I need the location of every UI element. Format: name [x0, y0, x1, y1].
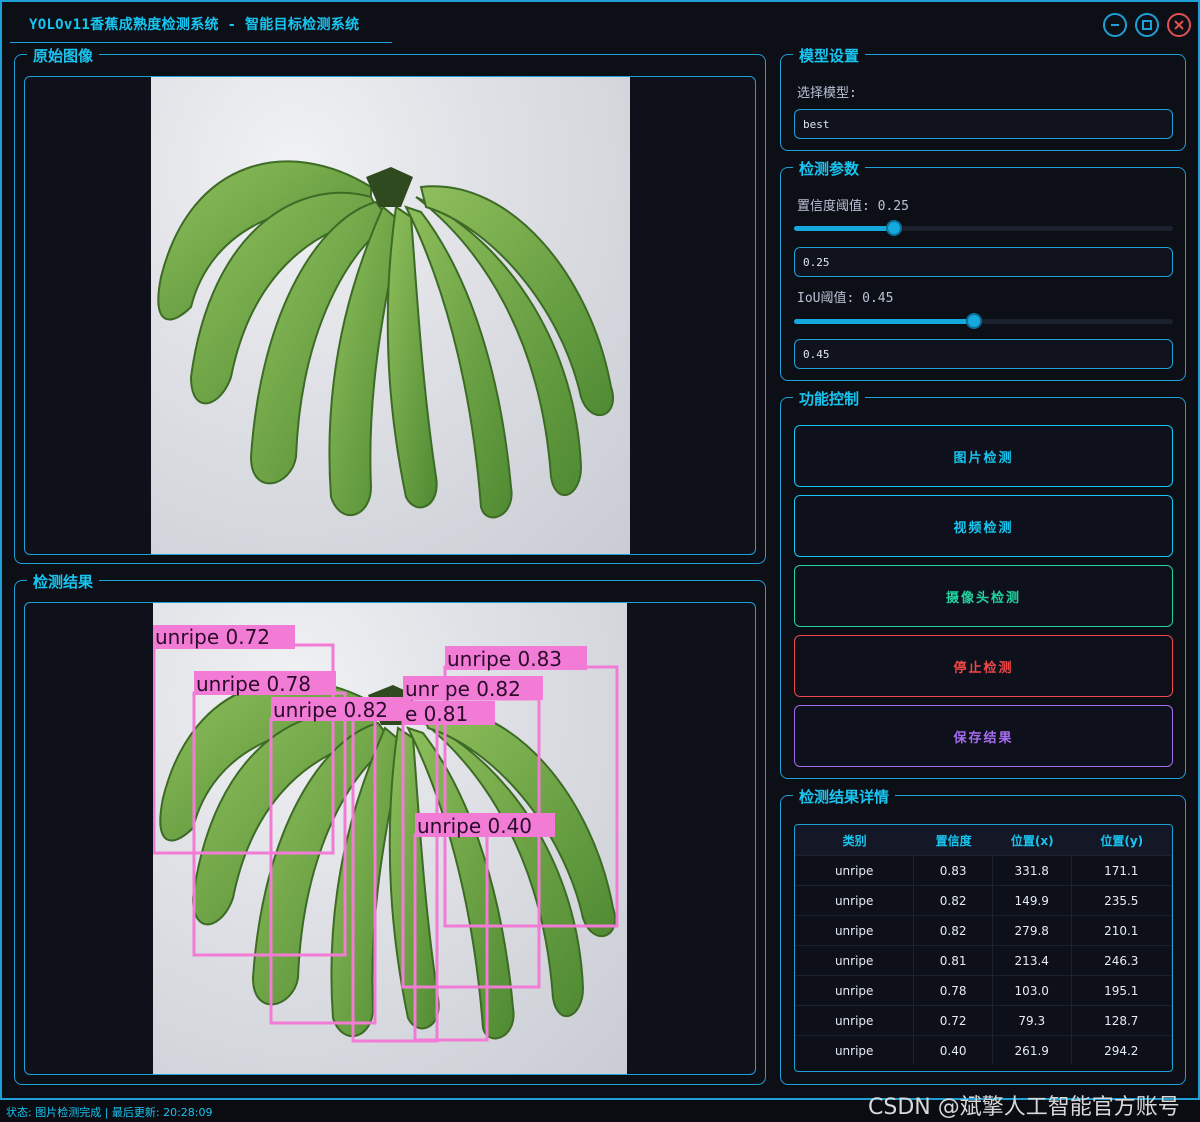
minimize-button[interactable]: [1103, 13, 1127, 37]
annotated-banana-image: unripe 0.72 unripe 0.78 unripe 0.82 e 0.…: [153, 625, 619, 1043]
detection-label: unripe 0.83: [447, 647, 562, 671]
maximize-icon: [1142, 20, 1152, 30]
detection-label: unripe 0.78: [196, 672, 311, 696]
cell-x: 103.0: [993, 976, 1072, 1005]
stop-detect-button[interactable]: 停止检测: [794, 635, 1173, 697]
cell-y: 171.1: [1072, 856, 1172, 885]
cell-confidence: 0.81: [914, 946, 993, 975]
cell-y: 246.3: [1072, 946, 1172, 975]
model-select-label: 选择模型:: [797, 86, 857, 101]
table-row[interactable]: unripe 0.83 331.8 171.1: [795, 855, 1172, 885]
cell-class: unripe: [795, 1006, 915, 1035]
cell-class: unripe: [795, 856, 915, 885]
cell-x: 261.9: [993, 1036, 1072, 1065]
watermark: CSDN @斌擎人工智能官方账号: [868, 1095, 1180, 1120]
cell-x: 331.8: [993, 856, 1072, 885]
detection-result-title: 检测结果: [27, 571, 100, 592]
table-row[interactable]: unripe 0.78 103.0 195.1: [795, 975, 1172, 1005]
close-icon: [1174, 20, 1184, 30]
cell-x: 79.3: [993, 1006, 1072, 1035]
maximize-button[interactable]: [1135, 13, 1159, 37]
video-detect-button[interactable]: 视频检测: [794, 495, 1173, 557]
original-image-frame: [24, 76, 756, 555]
original-banana-photo: [151, 77, 630, 554]
image-detect-button[interactable]: 图片检测: [794, 425, 1173, 487]
detection-label: unripe 0.82: [273, 698, 388, 722]
iou-threshold-label: IoU阈值: 0.45: [797, 291, 894, 306]
cell-y: 210.1: [1072, 916, 1172, 945]
cell-y: 235.5: [1072, 886, 1172, 915]
results-table: 类别 置信度 位置(x) 位置(y) unripe 0.83 331.8 171.1 u…: [794, 824, 1173, 1072]
table-row[interactable]: unripe 0.72 79.3 128.7: [795, 1005, 1172, 1035]
cell-confidence: 0.82: [914, 916, 993, 945]
results-detail-title: 检测结果详情: [793, 786, 896, 807]
cell-class: unripe: [795, 1036, 915, 1065]
cell-confidence: 0.72: [914, 1006, 993, 1035]
cell-y: 294.2: [1072, 1036, 1172, 1065]
detection-label: unripe 0.40: [417, 814, 532, 838]
detection-label: unr pe 0.82: [405, 677, 521, 701]
column-header-class[interactable]: 类别: [795, 825, 914, 855]
iou-slider-fill: [794, 319, 974, 324]
window-title: YOLOv11香蕉成熟度检测系统 - 智能目标检测系统: [29, 17, 360, 33]
iou-slider[interactable]: [794, 313, 1173, 329]
cell-confidence: 0.40: [914, 1036, 993, 1065]
cell-confidence: 0.78: [914, 976, 993, 1005]
conf-threshold-input[interactable]: 0.25: [794, 247, 1173, 277]
detection-label: unripe 0.72: [155, 625, 270, 649]
status-text: 状态: 图片检测完成 | 最后更新: 20:28:09: [6, 1106, 213, 1119]
cell-x: 149.9: [993, 886, 1072, 915]
table-header: 类别 置信度 位置(x) 位置(y): [795, 825, 1172, 855]
cell-y: 195.1: [1072, 976, 1172, 1005]
result-image-frame: unripe 0.72 unripe 0.78 unripe 0.82 e 0.…: [24, 602, 756, 1075]
close-button[interactable]: [1167, 13, 1191, 37]
title-underline: [10, 42, 392, 43]
cell-confidence: 0.82: [914, 886, 993, 915]
table-row[interactable]: unripe 0.82 279.8 210.1: [795, 915, 1172, 945]
result-banana-photo: unripe 0.72 unripe 0.78 unripe 0.82 e 0.…: [153, 603, 627, 1074]
camera-detect-button[interactable]: 摄像头检测: [794, 565, 1173, 627]
table-body: unripe 0.83 331.8 171.1 unripe 0.82 149.9 235.5…: [795, 855, 1172, 1065]
conf-slider[interactable]: [794, 220, 1173, 236]
cell-class: unripe: [795, 976, 915, 1005]
cell-x: 279.8: [993, 916, 1072, 945]
iou-slider-handle[interactable]: [966, 313, 982, 329]
table-row[interactable]: unripe 0.82 149.9 235.5: [795, 885, 1172, 915]
column-header-y[interactable]: 位置(y): [1072, 825, 1172, 855]
cell-confidence: 0.83: [914, 856, 993, 885]
model-settings-title: 模型设置: [793, 45, 866, 66]
model-select[interactable]: best: [794, 109, 1173, 139]
banana-bunch-image: [157, 160, 614, 519]
cell-x: 213.4: [993, 946, 1072, 975]
detect-params-title: 检测参数: [793, 158, 866, 179]
cell-y: 128.7: [1072, 1006, 1172, 1035]
conf-slider-fill: [794, 226, 894, 231]
column-header-confidence[interactable]: 置信度: [914, 825, 993, 855]
conf-threshold-label: 置信度阈值: 0.25: [797, 199, 909, 214]
minimize-icon: [1111, 24, 1119, 26]
detection-label: e 0.81: [405, 702, 468, 726]
table-row[interactable]: unripe 0.81 213.4 246.3: [795, 945, 1172, 975]
cell-class: unripe: [795, 886, 915, 915]
conf-slider-handle[interactable]: [886, 220, 902, 236]
cell-class: unripe: [795, 916, 915, 945]
original-image-title: 原始图像: [27, 45, 100, 66]
table-row[interactable]: unripe 0.40 261.9 294.2: [795, 1035, 1172, 1065]
cell-class: unripe: [795, 946, 915, 975]
title-bar[interactable]: YOLOv11香蕉成熟度检测系统 - 智能目标检测系统: [2, 2, 1198, 44]
function-control-title: 功能控制: [793, 388, 866, 409]
save-result-button[interactable]: 保存结果: [794, 705, 1173, 767]
column-header-x[interactable]: 位置(x): [993, 825, 1072, 855]
iou-threshold-input[interactable]: 0.45: [794, 339, 1173, 369]
